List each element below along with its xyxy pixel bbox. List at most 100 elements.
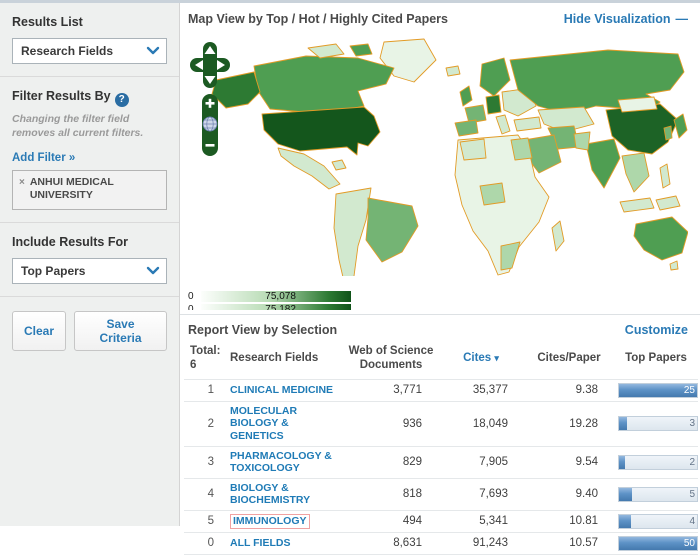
map-country[interactable] bbox=[655, 195, 681, 211]
column-top-papers: Top Papers bbox=[625, 352, 687, 364]
save-criteria-button[interactable]: Save Criteria bbox=[74, 310, 167, 351]
row-documents: 3,771 bbox=[344, 378, 438, 402]
hide-visualization-link[interactable]: Hide Visualization — bbox=[564, 12, 688, 26]
map-country[interactable] bbox=[331, 159, 347, 171]
top-papers-bar[interactable]: 25 bbox=[618, 382, 698, 398]
map-country[interactable] bbox=[633, 216, 688, 261]
map-country[interactable] bbox=[261, 106, 381, 156]
map-country[interactable] bbox=[349, 43, 373, 57]
row-documents: 8,631 bbox=[344, 531, 438, 555]
map-country[interactable] bbox=[333, 187, 372, 276]
map-country[interactable] bbox=[454, 119, 479, 137]
row-cites-per-paper: 9.54 bbox=[524, 445, 614, 479]
help-icon[interactable]: ? bbox=[114, 93, 129, 107]
row-cites-per-paper: 19.28 bbox=[524, 400, 614, 447]
column-cites-sortable[interactable]: Cites ▾ bbox=[438, 343, 524, 379]
map-view-header: Map View by Top / Hot / Highly Cited Pap… bbox=[180, 3, 700, 30]
map-country[interactable] bbox=[479, 182, 506, 206]
map-country[interactable] bbox=[621, 152, 650, 193]
map-country[interactable] bbox=[459, 138, 487, 161]
map-country[interactable] bbox=[513, 116, 542, 132]
globe-icon[interactable] bbox=[202, 116, 218, 132]
map-country[interactable] bbox=[669, 260, 679, 271]
map-country[interactable] bbox=[277, 147, 341, 190]
legend-gradient-bar: 75,182 bbox=[201, 304, 351, 310]
top-papers-bar-fill bbox=[619, 487, 633, 501]
pan-control[interactable] bbox=[190, 42, 230, 88]
remove-filter-icon[interactable]: × bbox=[19, 176, 25, 202]
zoom-out-icon[interactable] bbox=[205, 144, 215, 147]
row-documents: 936 bbox=[344, 400, 438, 447]
map-country[interactable] bbox=[253, 55, 395, 115]
zoom-control[interactable] bbox=[202, 94, 218, 156]
map-country[interactable] bbox=[663, 125, 673, 141]
results-list-section: Results List Research Fields bbox=[0, 3, 179, 77]
filter-note: Changing the filter field removes all cu… bbox=[12, 113, 144, 139]
research-field-link[interactable]: BIOLOGY & BIOCHEMISTRY bbox=[230, 482, 340, 507]
top-papers-bar[interactable]: 4 bbox=[618, 513, 698, 529]
row-cites-per-paper: 10.57 bbox=[524, 531, 614, 555]
legend-row: 0 75,078 bbox=[188, 290, 700, 303]
filter-section-title: Filter Results By? bbox=[12, 89, 167, 107]
top-papers-bar-fill bbox=[619, 455, 626, 469]
map-country[interactable] bbox=[659, 163, 671, 189]
map-country[interactable] bbox=[459, 85, 473, 107]
top-papers-bar[interactable]: 2 bbox=[618, 454, 698, 470]
report-view-header: Report View by Selection Customize bbox=[180, 315, 700, 343]
row-rank: 3 bbox=[184, 445, 226, 479]
results-list-selected-value: Research Fields bbox=[21, 44, 114, 58]
add-filter-link[interactable]: Add Filter » bbox=[12, 152, 75, 164]
include-results-section: Include Results For Top Papers bbox=[0, 223, 179, 297]
row-cites: 7,905 bbox=[438, 445, 524, 479]
legend-max-value: 75,078 bbox=[265, 291, 296, 302]
world-map[interactable] bbox=[208, 36, 688, 276]
top-papers-bar[interactable]: 5 bbox=[618, 486, 698, 502]
active-filter-tag[interactable]: × ANHUI MEDICAL UNIVERSITY bbox=[12, 170, 167, 210]
map-country[interactable] bbox=[617, 96, 658, 113]
map-controls bbox=[190, 42, 230, 165]
table-row: 2 MOLECULAR BIOLOGY & GENETICS 936 18,04… bbox=[184, 400, 698, 447]
row-cites: 35,377 bbox=[438, 378, 524, 402]
research-field-link[interactable]: ALL FIELDS bbox=[230, 537, 290, 550]
research-field-link[interactable]: MOLECULAR BIOLOGY & GENETICS bbox=[230, 405, 340, 443]
map-country[interactable] bbox=[551, 220, 565, 252]
map-country[interactable] bbox=[510, 137, 533, 161]
results-list-label: Results List bbox=[12, 15, 83, 29]
map-view-title: Map View by Top / Hot / Highly Cited Pap… bbox=[188, 12, 448, 26]
results-list-dropdown[interactable]: Research Fields bbox=[12, 38, 167, 64]
minus-icon: — bbox=[675, 12, 689, 26]
map-country[interactable] bbox=[585, 138, 621, 189]
map-country[interactable] bbox=[619, 197, 655, 213]
row-cites: 91,243 bbox=[438, 531, 524, 555]
row-cites-per-paper: 9.40 bbox=[524, 477, 614, 511]
map-country[interactable] bbox=[573, 131, 591, 151]
table-row: 3 PHARMACOLOGY & TOXICOLOGY 829 7,905 9.… bbox=[184, 445, 698, 479]
row-cites: 5,341 bbox=[438, 509, 524, 533]
table-row: 4 BIOLOGY & BIOCHEMISTRY 818 7,693 9.40 … bbox=[184, 477, 698, 511]
legend-row: 0 75,182 bbox=[188, 303, 700, 310]
top-papers-bar[interactable]: 3 bbox=[618, 416, 698, 432]
map-country[interactable] bbox=[485, 94, 502, 115]
row-documents: 494 bbox=[344, 509, 438, 533]
row-documents: 818 bbox=[344, 477, 438, 511]
customize-link[interactable]: Customize bbox=[625, 323, 688, 337]
map-legend: 0 75,078 0 75,182 bbox=[188, 290, 700, 310]
map-country[interactable] bbox=[495, 114, 511, 135]
results-table: Total: 6 Research Fields Web of Science … bbox=[184, 343, 698, 555]
include-results-dropdown[interactable]: Top Papers bbox=[12, 257, 167, 284]
column-research-fields: Research Fields bbox=[230, 352, 319, 364]
table-header-row: Total: 6 Research Fields Web of Science … bbox=[184, 343, 698, 379]
map-country[interactable] bbox=[365, 197, 419, 263]
sidebar-buttons: Clear Save Criteria bbox=[0, 297, 179, 365]
top-papers-bar[interactable]: 50 bbox=[618, 535, 698, 551]
research-field-link[interactable]: IMMUNOLOGY bbox=[230, 514, 310, 529]
column-wos-documents: Web of Science Documents bbox=[348, 345, 434, 372]
research-field-link[interactable]: CLINICAL MEDICINE bbox=[230, 384, 333, 397]
clear-button[interactable]: Clear bbox=[12, 310, 67, 351]
map-country[interactable] bbox=[479, 57, 511, 97]
research-field-link[interactable]: PHARMACOLOGY & TOXICOLOGY bbox=[230, 450, 340, 475]
map-country[interactable] bbox=[445, 65, 461, 77]
map-country[interactable] bbox=[500, 241, 521, 271]
row-rank: 4 bbox=[184, 477, 226, 511]
top-papers-value: 50 bbox=[683, 537, 695, 549]
